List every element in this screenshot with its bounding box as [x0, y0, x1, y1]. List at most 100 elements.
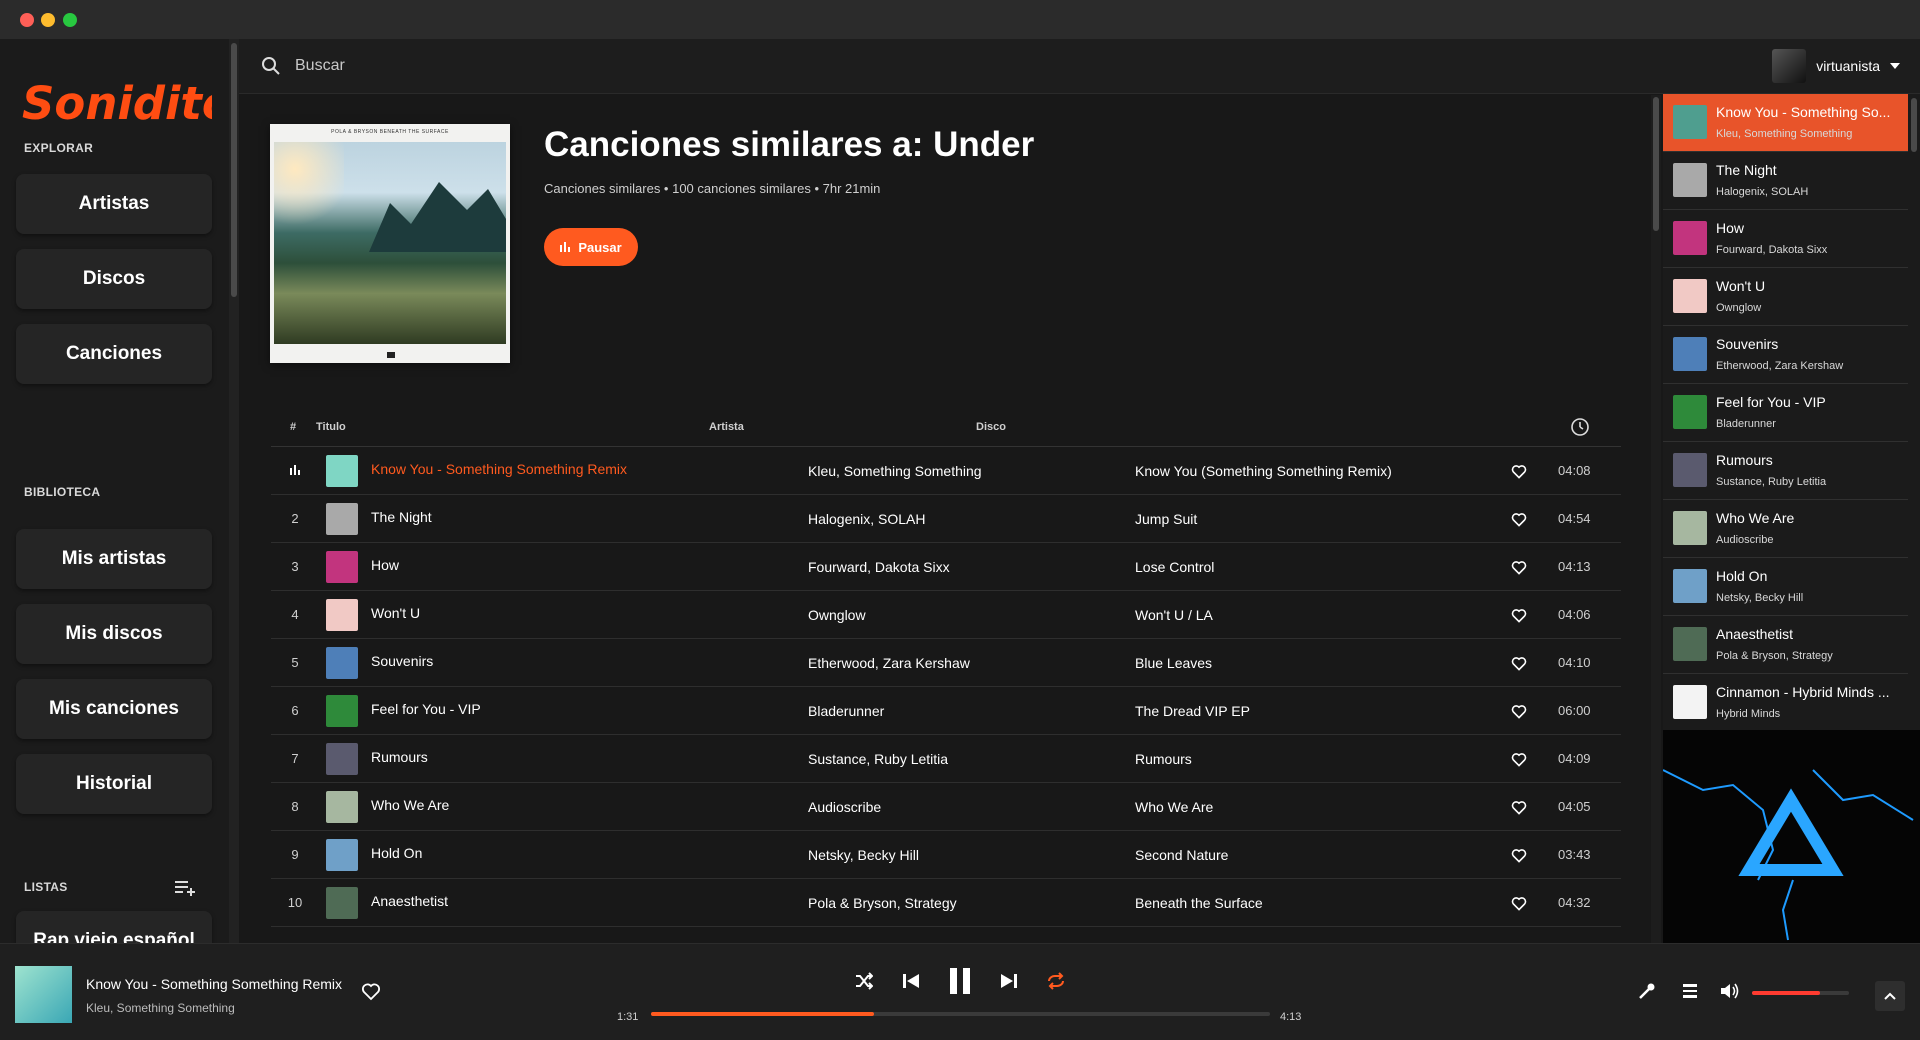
track-album[interactable]: Lose Control	[1135, 559, 1475, 575]
queue-item[interactable]: Won't U Ownglow	[1663, 268, 1908, 326]
table-row[interactable]: 5 Souvenirs Etherwood, Zara Kershaw Blue Le…	[271, 639, 1621, 687]
heart-icon[interactable]	[1511, 560, 1527, 576]
track-artist[interactable]: Ownglow	[808, 607, 1128, 623]
track-artist[interactable]: Kleu, Something Something	[808, 463, 1128, 479]
microphone-icon[interactable]	[1638, 982, 1656, 1000]
table-row[interactable]: 2 The Night Halogenix, SOLAH Jump Suit 04:54	[271, 495, 1621, 543]
nav-mis-canciones[interactable]: Mis canciones	[16, 679, 212, 739]
now-playing-cover[interactable]	[15, 966, 72, 1023]
track-album[interactable]: Blue Leaves	[1135, 655, 1475, 671]
track-title[interactable]: The Night	[371, 509, 801, 525]
playlist-item[interactable]: Rap viejo español	[16, 911, 212, 943]
track-artist[interactable]: Fourward, Dakota Sixx	[808, 559, 1128, 575]
heart-icon[interactable]	[1511, 512, 1527, 528]
main-scrollbar-thumb[interactable]	[1653, 97, 1659, 231]
add-playlist-icon[interactable]	[174, 877, 196, 899]
queue-scrollbar[interactable]	[1908, 94, 1920, 730]
queue-item[interactable]: Hold On Netsky, Becky Hill	[1663, 558, 1908, 616]
user-menu[interactable]: virtuanista	[1772, 49, 1900, 83]
heart-icon[interactable]	[1511, 464, 1527, 480]
track-title[interactable]: Who We Are	[371, 797, 801, 813]
column-title[interactable]: Titulo	[316, 421, 346, 433]
track-artist[interactable]: Audioscribe	[808, 799, 1128, 815]
queue-item[interactable]: Feel for You - VIP Bladerunner	[1663, 384, 1908, 442]
pause-button[interactable]: Pausar	[544, 228, 638, 266]
heart-icon[interactable]	[1511, 800, 1527, 816]
queue-item[interactable]: Know You - Something So... Kleu, Somethin…	[1663, 94, 1908, 152]
heart-icon[interactable]	[1511, 608, 1527, 624]
table-row[interactable]: 4 Won't U Ownglow Won't U / LA 04:06	[271, 591, 1621, 639]
previous-icon[interactable]	[902, 972, 920, 990]
heart-icon[interactable]	[1511, 704, 1527, 720]
queue-item[interactable]: How Fourward, Dakota Sixx	[1663, 210, 1908, 268]
track-album[interactable]: Beneath the Surface	[1135, 895, 1475, 911]
table-row[interactable]: 6 Feel for You - VIP Bladerunner The Dread …	[271, 687, 1621, 735]
track-album[interactable]: Won't U / LA	[1135, 607, 1475, 623]
track-title[interactable]: Souvenirs	[371, 653, 801, 669]
track-album[interactable]: Know You (Something Something Remix)	[1135, 463, 1475, 479]
nav-mis-discos[interactable]: Mis discos	[16, 604, 212, 664]
track-album[interactable]: Who We Are	[1135, 799, 1475, 815]
track-artist[interactable]: Sustance, Ruby Letitia	[808, 751, 1128, 767]
track-artist[interactable]: Netsky, Becky Hill	[808, 847, 1128, 863]
column-num[interactable]: #	[290, 421, 296, 433]
track-title[interactable]: Hold On	[371, 845, 801, 861]
progress-bar[interactable]	[651, 1012, 1270, 1016]
track-artist[interactable]: Halogenix, SOLAH	[808, 511, 1128, 527]
heart-icon[interactable]	[1511, 896, 1527, 912]
pause-icon[interactable]	[947, 966, 973, 996]
queue-item[interactable]: Cinnamon - Hybrid Minds ... Hybrid Minds	[1663, 674, 1908, 730]
soniditos-logo[interactable]: Soniditos	[22, 67, 212, 137]
repeat-icon[interactable]	[1047, 972, 1065, 990]
nav-mis-artistas[interactable]: Mis artistas	[16, 529, 212, 589]
nav-discos[interactable]: Discos	[16, 249, 212, 309]
track-title[interactable]: How	[371, 557, 801, 573]
heart-icon[interactable]	[1511, 848, 1527, 864]
minimize-window-button[interactable]	[41, 13, 55, 27]
nav-canciones[interactable]: Canciones	[16, 324, 212, 384]
sidebar-scrollbar[interactable]	[229, 39, 239, 943]
track-title[interactable]: Anaesthetist	[371, 893, 801, 909]
track-title[interactable]: Feel for You - VIP	[371, 701, 801, 717]
track-artist[interactable]: Pola & Bryson, Strategy	[808, 895, 1128, 911]
queue-icon[interactable]	[1681, 982, 1699, 1000]
track-album[interactable]: Rumours	[1135, 751, 1475, 767]
heart-icon[interactable]	[361, 982, 381, 1002]
shuffle-icon[interactable]	[855, 972, 873, 990]
column-album[interactable]: Disco	[976, 421, 1006, 433]
heart-icon[interactable]	[1511, 656, 1527, 672]
column-artist[interactable]: Artista	[709, 421, 744, 433]
table-row[interactable]: 7 Rumours Sustance, Ruby Letitia Rumours 04:…	[271, 735, 1621, 783]
track-album[interactable]: Jump Suit	[1135, 511, 1475, 527]
table-row[interactable]: 10 Anaesthetist Pola & Bryson, Strategy Ben…	[271, 879, 1621, 927]
track-artist[interactable]: Bladerunner	[808, 703, 1128, 719]
table-row[interactable]: 3 How Fourward, Dakota Sixx Lose Control 04:…	[271, 543, 1621, 591]
next-icon[interactable]	[1000, 972, 1018, 990]
nav-artistas[interactable]: Artistas	[16, 174, 212, 234]
queue-scrollbar-thumb[interactable]	[1911, 98, 1917, 152]
heart-icon[interactable]	[1511, 752, 1527, 768]
track-album[interactable]: Second Nature	[1135, 847, 1475, 863]
table-row[interactable]: 8 Who We Are Audioscribe Who We Are 04:05	[271, 783, 1621, 831]
volume-icon[interactable]	[1720, 982, 1740, 1000]
close-window-button[interactable]	[20, 13, 34, 27]
table-row[interactable]: Know You - Something Something Remix Kleu…	[271, 447, 1621, 495]
search-input[interactable]	[295, 53, 795, 79]
track-title[interactable]: Rumours	[371, 749, 801, 765]
track-artist[interactable]: Etherwood, Zara Kershaw	[808, 655, 1128, 671]
main-scrollbar[interactable]	[1651, 95, 1661, 943]
maximize-window-button[interactable]	[63, 13, 77, 27]
expand-player-button[interactable]	[1875, 981, 1905, 1011]
queue-item[interactable]: Who We Are Audioscribe	[1663, 500, 1908, 558]
table-row[interactable]: 9 Hold On Netsky, Becky Hill Second Nature 0…	[271, 831, 1621, 879]
now-playing-title[interactable]: Know You - Something Something Remix	[86, 976, 342, 992]
now-playing-artist[interactable]: Kleu, Something Something	[86, 1001, 235, 1015]
track-album[interactable]: The Dread VIP EP	[1135, 703, 1475, 719]
queue-item[interactable]: Souvenirs Etherwood, Zara Kershaw	[1663, 326, 1908, 384]
sidebar-scrollbar-thumb[interactable]	[231, 43, 237, 297]
clock-icon[interactable]	[1570, 417, 1590, 437]
track-title[interactable]: Won't U	[371, 605, 801, 621]
queue-item[interactable]: The Night Halogenix, SOLAH	[1663, 152, 1908, 210]
queue-item[interactable]: Rumours Sustance, Ruby Letitia	[1663, 442, 1908, 500]
volume-slider[interactable]	[1752, 991, 1849, 995]
